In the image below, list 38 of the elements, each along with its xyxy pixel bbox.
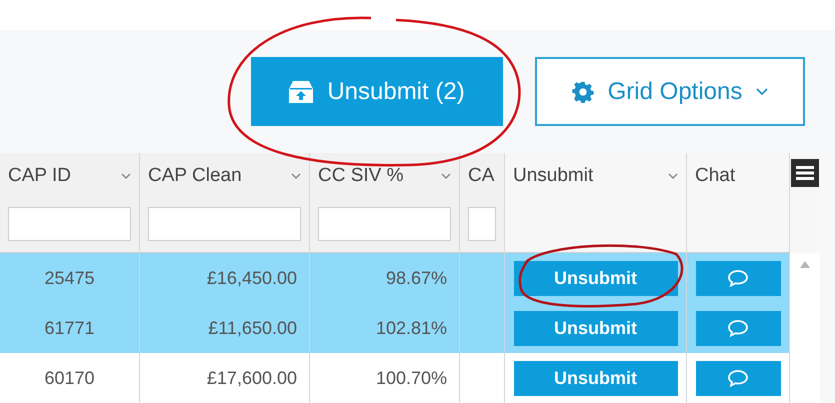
caret-icon (668, 172, 678, 180)
chevron-down-icon (756, 88, 768, 96)
chat-button[interactable] (696, 260, 780, 296)
menu-icon[interactable] (791, 159, 819, 187)
column-title: Chat (695, 165, 736, 187)
settings-icon (572, 80, 594, 102)
column-title: CA (468, 165, 494, 187)
column-title: CC SIV % (318, 165, 404, 187)
speech-bubble-icon (727, 269, 749, 287)
caret-icon (121, 172, 131, 180)
column-header[interactable]: CC SIV % (310, 153, 460, 253)
column-title: Unsubmit (513, 165, 594, 187)
column-header[interactable]: CA (460, 153, 505, 253)
column-header[interactable]: CAP ID (0, 153, 140, 253)
table-cell: 61771 (0, 303, 140, 353)
speech-bubble-icon (727, 369, 749, 387)
archive-icon (289, 80, 314, 102)
column-header[interactable]: CAP Clean (140, 153, 310, 253)
table-cell: 25475 (0, 253, 140, 303)
filter-field[interactable] (468, 207, 496, 241)
chat-button[interactable] (696, 310, 780, 346)
column-title: CAP ID (8, 165, 72, 187)
table-cell: 98.67% (310, 253, 460, 303)
caret-icon (441, 172, 451, 180)
grid-options-button[interactable]: Grid Options (535, 57, 805, 126)
table-cell: £11,650.00 (140, 303, 310, 353)
filter-field[interactable] (8, 207, 131, 241)
scroll-up-icon[interactable] (800, 261, 810, 268)
column-title: CAP Clean (148, 165, 242, 187)
chat-button[interactable] (696, 360, 780, 396)
filter-field[interactable] (318, 207, 451, 241)
table-cell: 102.81% (310, 303, 460, 353)
table-cell: £16,450.00 (140, 253, 310, 303)
column-header[interactable]: Unsubmit (505, 153, 687, 253)
column-header[interactable]: Chat (687, 153, 790, 253)
speech-bubble-icon (727, 319, 749, 337)
filter-field[interactable] (148, 207, 301, 241)
caret-icon (291, 172, 301, 180)
